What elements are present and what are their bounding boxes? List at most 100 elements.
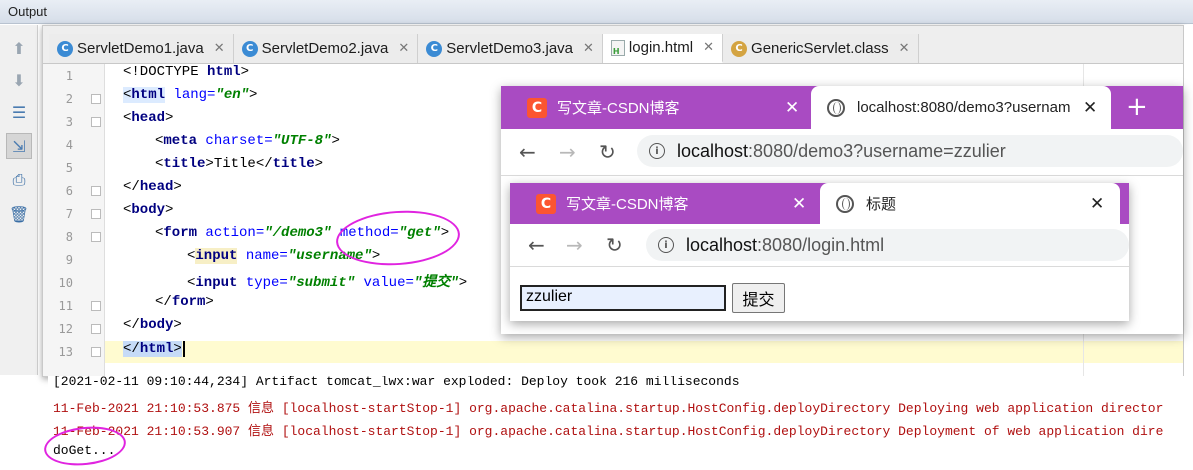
username-input[interactable]: zzulier <box>520 285 726 311</box>
line-number: 12 <box>58 322 73 336</box>
line-number: 1 <box>65 69 73 83</box>
submit-button[interactable]: 提交 <box>732 283 785 313</box>
browser-tab-label: 标题 <box>866 196 897 213</box>
url-host: localhost <box>686 234 758 255</box>
text-cursor <box>182 341 185 357</box>
tab-genericservlet-class[interactable]: C GenericServlet.class ✕ <box>723 34 919 63</box>
close-icon[interactable]: ✕ <box>1083 98 1097 118</box>
browser-tab-demo3[interactable]: localhost:8080/demo3?usernam <box>811 86 1111 129</box>
output-toolbar: ⬆ ⬇ ☰ ⇲ ⎙ 🗑 <box>0 25 38 375</box>
tab-label: ServletDemo1.java <box>77 40 204 57</box>
scroll-to-end-icon[interactable]: ⇲ <box>6 133 32 159</box>
tab-label: login.html <box>628 39 694 56</box>
reload-icon[interactable]: ↻ <box>606 224 623 266</box>
fold-marker-icon[interactable] <box>91 186 101 196</box>
browser-tab-login[interactable]: 标题 <box>820 183 1120 224</box>
url-host: localhost <box>677 140 749 161</box>
address-bar[interactable]: i localhost:8080/login.html <box>646 229 1129 261</box>
class-file-icon: C <box>731 40 748 57</box>
fold-marker-icon[interactable] <box>91 347 101 357</box>
new-tab-icon[interactable]: + <box>1126 92 1148 122</box>
arrow-up-icon[interactable]: ⬆ <box>6 35 32 61</box>
code-line-1: <!DOCTYPE html> <box>123 64 250 80</box>
close-icon[interactable]: ✕ <box>899 41 910 56</box>
browser-tab-csdn[interactable]: C 写文章-CSDN博客 <box>527 86 807 129</box>
line-number: 10 <box>58 276 73 290</box>
browser-toolbar: ← → ↻ i localhost:8080/login.html <box>510 224 1129 267</box>
trash-icon[interactable]: 🗑 <box>6 201 32 227</box>
code-line-6: </head> <box>123 179 182 195</box>
code-line-7: <body> <box>123 202 174 218</box>
line-number: 3 <box>65 115 73 129</box>
close-icon[interactable]: ✕ <box>785 98 799 118</box>
code-line-10: <input type="submit" value="提交"> <box>187 275 468 291</box>
browser-toolbar: ← → ↻ i localhost:8080/demo3?username=zz… <box>501 129 1183 176</box>
fold-marker-icon[interactable] <box>91 94 101 104</box>
forward-arrow-icon[interactable]: → <box>566 224 583 266</box>
arrow-down-icon[interactable]: ⬇ <box>6 67 32 93</box>
tab-servletdemo3[interactable]: C ServletDemo3.java ✕ <box>418 34 603 63</box>
fold-marker-icon[interactable] <box>91 324 101 334</box>
csdn-logo-icon: C <box>536 193 556 214</box>
line-number: 13 <box>58 345 73 359</box>
forward-arrow-icon[interactable]: → <box>559 129 576 175</box>
tab-label: GenericServlet.class <box>751 40 889 57</box>
current-line-highlight <box>105 341 1183 363</box>
close-icon[interactable]: ✕ <box>398 41 409 56</box>
back-arrow-icon[interactable]: ← <box>528 224 545 266</box>
fold-marker-icon[interactable] <box>91 301 101 311</box>
code-line-9: <input name="username"> <box>187 248 381 264</box>
code-line-8: <form action="/demo3" method="get"> <box>155 225 450 241</box>
globe-icon <box>836 194 854 213</box>
line-number: 8 <box>65 230 73 244</box>
csdn-logo-icon: C <box>527 97 547 118</box>
hidden-panel-edge <box>1184 25 1193 385</box>
tab-label: ServletDemo3.java <box>446 40 574 57</box>
java-class-icon: C <box>57 40 73 57</box>
code-line-5: <title>Title</title> <box>155 156 324 172</box>
close-icon[interactable]: ✕ <box>1090 194 1104 214</box>
soft-wrap-icon[interactable]: ☰ <box>6 99 32 125</box>
tab-servletdemo2[interactable]: C ServletDemo2.java ✕ <box>233 34 419 63</box>
fold-marker-icon[interactable] <box>91 117 101 127</box>
html-file-icon <box>610 39 625 56</box>
fold-marker-icon[interactable] <box>91 232 101 242</box>
code-line-2: <html lang="en"> <box>123 87 258 103</box>
output-panel-header: Output <box>0 0 1193 24</box>
log-line: [2021-02-11 09:10:44,234] Artifact tomca… <box>53 376 740 389</box>
line-number: 5 <box>65 161 73 175</box>
browser-window-login: C 写文章-CSDN博客 ✕ 标题 ✕ ← → ↻ i localhost:80… <box>510 183 1129 321</box>
print-icon[interactable]: ⎙ <box>6 167 32 193</box>
tab-login-html[interactable]: login.html ✕ <box>602 34 724 63</box>
info-icon[interactable]: i <box>658 237 674 253</box>
tab-label: ServletDemo2.java <box>261 40 389 57</box>
browser-tab-label: 写文章-CSDN博客 <box>557 100 680 117</box>
info-icon[interactable]: i <box>649 143 665 159</box>
code-line-13: </html> <box>123 341 185 363</box>
line-number: 7 <box>65 207 73 221</box>
close-icon[interactable]: ✕ <box>703 40 714 55</box>
tab-servletdemo1[interactable]: C ServletDemo1.java ✕ <box>49 34 234 63</box>
close-icon[interactable]: ✕ <box>583 41 594 56</box>
fold-marker-icon[interactable] <box>91 209 101 219</box>
browser-tab-label: 写文章-CSDN博客 <box>566 196 689 213</box>
browser-tab-csdn[interactable]: C 写文章-CSDN博客 <box>536 183 816 224</box>
output-title: Output <box>8 4 48 19</box>
back-arrow-icon[interactable]: ← <box>519 129 536 175</box>
line-number: 6 <box>65 184 73 198</box>
reload-icon[interactable]: ↻ <box>599 129 616 175</box>
globe-icon <box>827 98 845 117</box>
java-class-icon: C <box>241 40 258 57</box>
browser-tab-strip: C 写文章-CSDN博客 ✕ 标题 ✕ <box>510 183 1129 224</box>
log-line: 11-Feb-2021 21:10:53.907 信息 [localhost-s… <box>53 424 1164 439</box>
close-icon[interactable]: ✕ <box>792 194 806 214</box>
log-line: 11-Feb-2021 21:10:53.875 信息 [localhost-s… <box>53 401 1164 416</box>
console-output: [2021-02-11 09:10:44,234] Artifact tomca… <box>48 376 1193 470</box>
code-line-12: </body> <box>123 317 182 333</box>
close-icon[interactable]: ✕ <box>214 41 225 56</box>
address-bar[interactable]: i localhost:8080/demo3?username=zzulier <box>637 135 1183 167</box>
url-path: :8080/demo3?username=zzulier <box>748 140 1006 161</box>
code-line-11: </form> <box>155 294 214 310</box>
browser-tab-label: localhost:8080/demo3?usernam <box>857 99 1071 116</box>
line-number: 9 <box>65 253 73 267</box>
